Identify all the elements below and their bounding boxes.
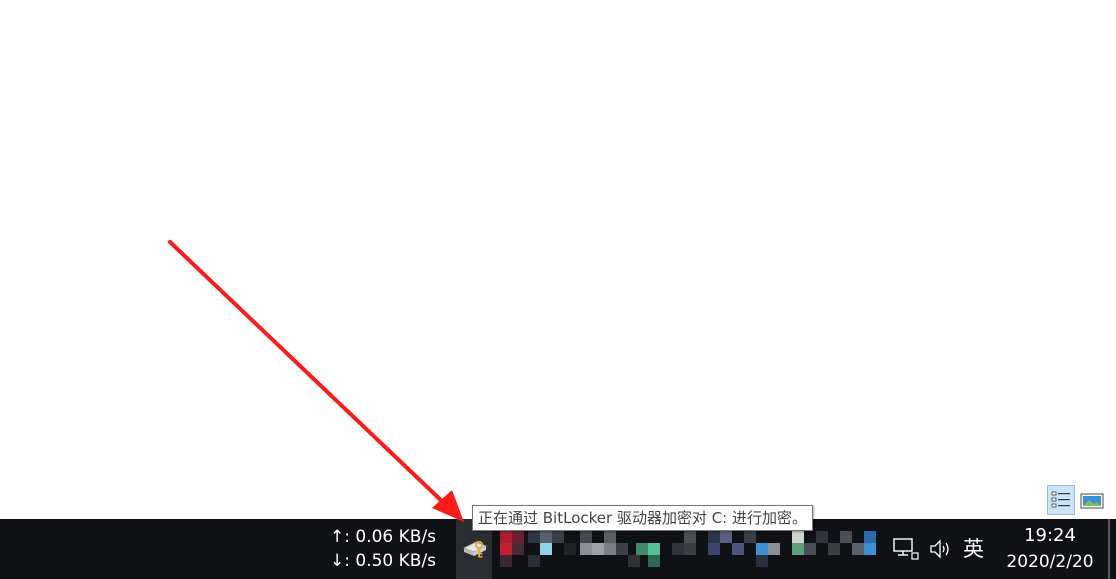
tray-icons-pixelated	[496, 531, 886, 567]
details-view-button[interactable]	[1047, 485, 1075, 515]
details-view-icon	[1051, 491, 1070, 508]
clock-date: 2020/2/20	[1006, 552, 1094, 572]
bitlocker-key-icon	[463, 540, 487, 558]
clock-time: 19:24	[1024, 525, 1076, 546]
volume-icon[interactable]	[929, 538, 953, 560]
bitlocker-tooltip: 正在通过 BitLocker 驱动器加密对 C: 进行加密。	[472, 505, 814, 531]
network-speed-monitor[interactable]: ↑: 0.06 KB/s ↓: 0.50 KB/s	[330, 525, 436, 573]
desktop-area	[0, 0, 1116, 519]
clock[interactable]: 19:24 2020/2/20	[992, 523, 1108, 575]
show-desktop-button[interactable]	[1108, 519, 1110, 579]
download-speed: ↓: 0.50 KB/s	[330, 551, 437, 571]
ime-indicator[interactable]: 英	[963, 533, 984, 563]
large-icons-view-icon	[1080, 493, 1104, 509]
large-icons-view-button[interactable]	[1078, 485, 1106, 515]
upload-speed: ↑: 0.06 KB/s	[330, 527, 437, 547]
network-icon[interactable]	[893, 538, 919, 560]
